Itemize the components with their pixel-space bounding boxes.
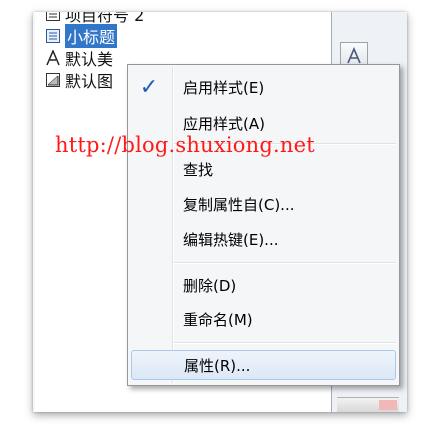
menu-item-label: 复制属性自(C)... — [183, 195, 295, 214]
menu-item-label: 应用样式(A) — [183, 114, 265, 133]
menu-item-rename[interactable]: 重命名(M) — [131, 304, 396, 334]
menu-item-label: 删除(D) — [183, 276, 237, 295]
style-item-label: 默认美 — [65, 50, 114, 69]
text-style-icon — [347, 47, 361, 64]
menu-item-label: 编辑热键(E)... — [183, 230, 279, 249]
check-icon: ✓ — [139, 74, 159, 100]
character-style-icon — [45, 50, 61, 66]
menu-item-label: 启用样式(E) — [183, 78, 265, 97]
menu-separator — [174, 342, 396, 344]
watermark: http://blog.shuxiong.net — [55, 133, 315, 157]
menu-item-enable-style[interactable]: ✓ 启用样式(E) — [131, 72, 396, 102]
menu-item-label: 查找 — [183, 160, 214, 179]
style-item-subheading[interactable]: 小标题 — [45, 24, 325, 48]
menu-item-label: 属性(R)... — [184, 356, 251, 375]
menu-item-label: 重命名(M) — [183, 310, 253, 329]
style-item-label: 小标题 — [65, 24, 118, 48]
color-swatch — [379, 400, 397, 410]
menu-item-delete[interactable]: 删除(D) — [131, 270, 396, 300]
list-style-icon — [45, 12, 61, 22]
context-menu: ✓ 启用样式(E) 应用样式(A) 查找 复制属性自(C)... 编辑热键(E)… — [127, 64, 400, 386]
menu-item-copy-properties-from[interactable]: 复制属性自(C)... — [131, 189, 396, 219]
paragraph-style-icon — [45, 28, 61, 44]
menu-separator — [174, 262, 396, 264]
graphic-style-icon — [45, 72, 61, 88]
panel-status-strip — [337, 397, 399, 412]
menu-item-find[interactable]: 查找 — [131, 154, 396, 184]
style-item-label: 默认图 — [65, 72, 114, 91]
menu-item-properties[interactable]: 属性(R)... — [131, 350, 396, 380]
menu-item-edit-hotkeys[interactable]: 编辑热键(E)... — [131, 224, 396, 254]
